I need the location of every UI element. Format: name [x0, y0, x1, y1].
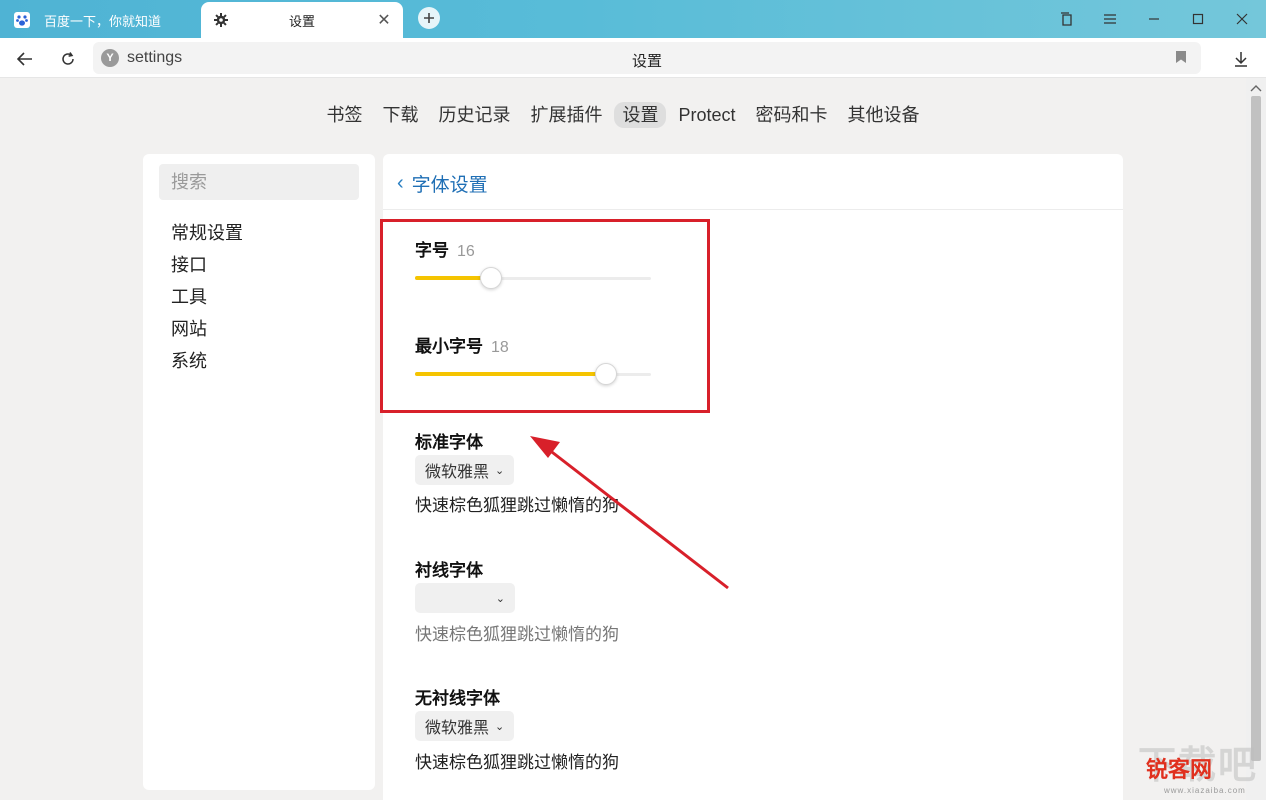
- search-input[interactable]: [159, 164, 359, 200]
- settings-tabs: 书签 下载 历史记录 扩展插件 设置 Protect 密码和卡 其他设备: [0, 102, 1246, 128]
- watermark-brand: 锐客网: [1146, 757, 1213, 782]
- panel-header: ‹ 字体设置: [383, 154, 1123, 210]
- sans-serif-font-preview: 快速棕色狐狸跳过懒惰的狗: [415, 753, 619, 772]
- slider-fill: [415, 372, 606, 376]
- back-to-settings-link[interactable]: ‹ 字体设置: [397, 170, 488, 197]
- tab-strip: 百度一下，你就知道 设置 ✕: [0, 0, 1266, 38]
- tab-downloads[interactable]: 下载: [374, 102, 426, 128]
- sidebar-item-tools[interactable]: 工具: [171, 284, 243, 316]
- slider-handle[interactable]: [595, 363, 617, 385]
- slider-handle[interactable]: [480, 267, 502, 289]
- tab-bookmarks[interactable]: 书签: [318, 102, 370, 128]
- font-size-slider[interactable]: [415, 266, 651, 290]
- serif-font-preview: 快速棕色狐狸跳过懒惰的狗: [415, 625, 619, 645]
- watermark-text: 下载吧: [1138, 745, 1259, 787]
- tab-extensions[interactable]: 扩展插件: [522, 102, 610, 128]
- minimize-icon: [1149, 18, 1159, 20]
- tab-baidu[interactable]: 百度一下，你就知道: [2, 2, 200, 38]
- standard-font-label: 标准字体: [415, 433, 483, 452]
- sidebar-list: 常规设置 接口 工具 网站 系统: [171, 220, 243, 380]
- font-settings-panel: ‹ 字体设置 字号 16 最小字号 18 标准字体 微软雅黑 ⌄ 快速棕色狐狸跳过懒惰…: [383, 154, 1123, 800]
- url-text: settings: [127, 49, 183, 66]
- select-value: 微软雅黑: [425, 720, 490, 737]
- back-button[interactable]: [10, 44, 40, 74]
- address-bar[interactable]: Y settings 设置: [93, 42, 1201, 74]
- chevron-left-icon: ‹: [397, 172, 404, 194]
- tab-other-devices[interactable]: 其他设备: [840, 102, 928, 128]
- close-tab-icon[interactable]: ✕: [375, 10, 393, 30]
- navigation-bar: Y settings 设置: [0, 38, 1266, 78]
- serif-font-label: 衬线字体: [415, 561, 483, 580]
- minimize-button[interactable]: [1132, 0, 1176, 38]
- sidebar-item-interface[interactable]: 接口: [171, 252, 243, 284]
- min-font-size-label: 最小字号 18: [415, 332, 509, 357]
- sidebar-item-general[interactable]: 常规设置: [171, 220, 243, 252]
- tab-protect[interactable]: Protect: [670, 102, 743, 128]
- page-title: 设置: [631, 53, 662, 70]
- min-font-size-slider[interactable]: [415, 362, 651, 386]
- chevron-down-icon: ⌄: [495, 464, 505, 477]
- arrow-left-icon: [17, 52, 32, 66]
- download-button[interactable]: [1226, 44, 1256, 74]
- chevron-down-icon: ⌄: [495, 592, 505, 605]
- baidu-paw-icon: [14, 12, 30, 28]
- select-value: 微软雅黑: [425, 464, 490, 481]
- tab-title: 百度一下，你就知道: [44, 13, 162, 29]
- min-font-size-title: 最小字号: [415, 337, 483, 356]
- sidebar-item-system[interactable]: 系统: [171, 348, 243, 380]
- maximize-button[interactable]: [1176, 0, 1220, 38]
- section-title: 字体设置: [411, 175, 488, 196]
- tab-passwords-cards[interactable]: 密码和卡: [748, 102, 836, 128]
- sidebar-item-sites[interactable]: 网站: [171, 316, 243, 348]
- close-icon: [1236, 13, 1248, 25]
- browser-logo-icon: Y: [101, 49, 119, 67]
- tab-settings-page[interactable]: 设置: [614, 102, 667, 128]
- serif-font-select[interactable]: ⌄: [415, 583, 515, 613]
- watermark-url: www.xiazaiba.com: [1164, 786, 1246, 795]
- standard-font-preview: 快速棕色狐狸跳过懒惰的狗: [415, 496, 619, 515]
- maximize-icon: [1192, 13, 1204, 25]
- tabs-icon: [1061, 12, 1072, 26]
- tab-history[interactable]: 历史记录: [430, 102, 518, 128]
- font-size-value: 16: [457, 243, 475, 260]
- tab-settings[interactable]: 设置 ✕: [201, 2, 403, 38]
- download-icon: [1235, 52, 1247, 67]
- scrollbar-thumb[interactable]: [1251, 96, 1261, 761]
- hamburger-icon: [1104, 14, 1116, 24]
- gear-icon: [213, 12, 229, 28]
- standard-font-select[interactable]: 微软雅黑 ⌄: [415, 455, 515, 485]
- menu-button[interactable]: [1088, 0, 1132, 38]
- reload-button[interactable]: [53, 44, 83, 74]
- tab-manager-button[interactable]: [1044, 0, 1088, 38]
- vertical-scrollbar[interactable]: [1246, 78, 1266, 800]
- sans-serif-font-select[interactable]: 微软雅黑 ⌄: [415, 711, 515, 741]
- settings-sidebar: 常规设置 接口 工具 网站 系统: [143, 154, 375, 790]
- scroll-up-arrow-icon[interactable]: [1250, 84, 1262, 92]
- new-tab-button[interactable]: [418, 7, 440, 29]
- sans-serif-font-label: 无衬线字体: [415, 689, 500, 708]
- chevron-down-icon: ⌄: [495, 720, 505, 733]
- bookmark-icon[interactable]: [1175, 50, 1189, 66]
- min-font-size-value: 18: [491, 339, 509, 356]
- font-size-title: 字号: [415, 241, 449, 260]
- reload-icon: [62, 52, 74, 65]
- plus-icon: [424, 13, 434, 23]
- close-window-button[interactable]: [1220, 0, 1264, 38]
- tab-title: 设置: [289, 13, 316, 29]
- font-size-label: 字号 16: [415, 236, 475, 261]
